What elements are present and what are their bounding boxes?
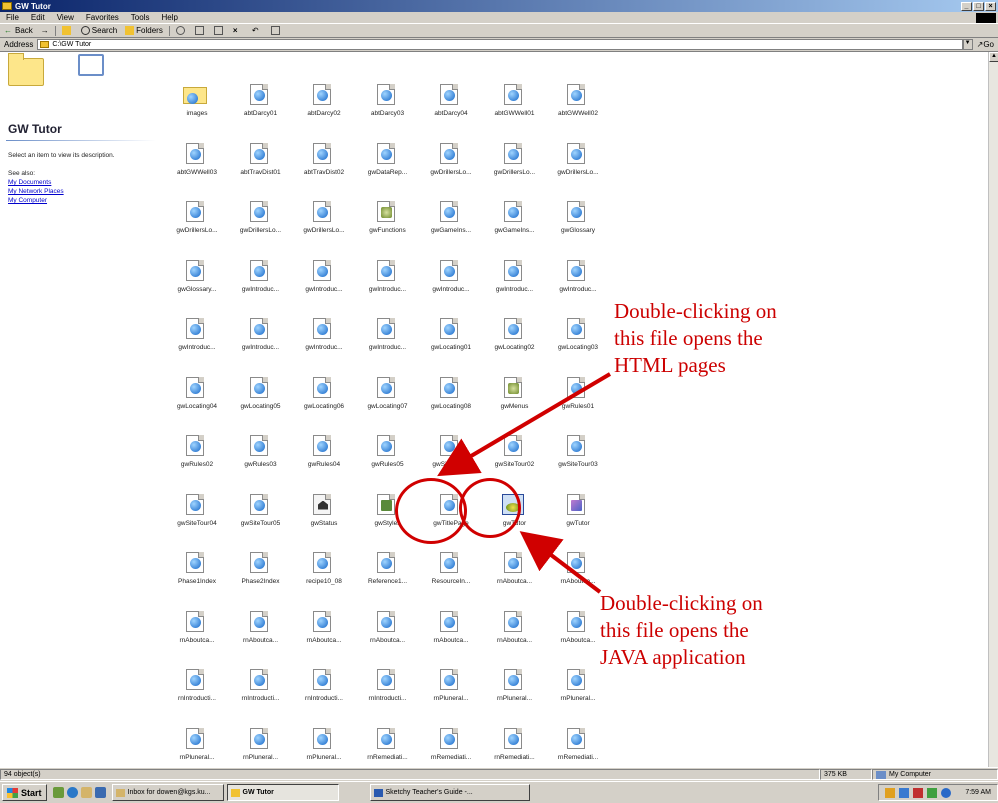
arrow-to-html-file <box>437 372 612 477</box>
html-annotation-line1: Double-clicking on <box>614 299 777 323</box>
word-document-icon <box>373 788 383 797</box>
task-gw-tutor-label: GW Tutor <box>242 789 274 796</box>
java-annotation-line3: JAVA application <box>600 645 746 669</box>
task-sketchy-guide[interactable]: Sketchy Teacher's Guide -... <box>369 784 530 801</box>
my-computer-icon <box>876 770 886 779</box>
task-sketchy-guide-label: Sketchy Teacher's Guide -... <box>385 789 473 796</box>
object-count: 94 object(s) <box>0 769 820 780</box>
folder-size: 375 KB <box>820 769 872 780</box>
status-bar: 94 object(s) 375 KB My Computer <box>0 767 998 781</box>
tray-app-icon[interactable] <box>885 787 896 798</box>
desktop-icon[interactable] <box>52 787 64 798</box>
mail-icon <box>115 788 125 797</box>
tray-network-icon[interactable] <box>899 787 910 798</box>
annotation-arrows <box>437 372 612 594</box>
zone-label: My Computer <box>889 771 932 778</box>
folder-icon <box>230 788 240 797</box>
start-button[interactable]: Start <box>2 784 47 801</box>
html-annotation: Double-clicking on this file opens the H… <box>614 298 777 379</box>
internet-explorer-icon[interactable] <box>66 787 78 798</box>
html-annotation-line3: HTML pages <box>614 353 726 377</box>
media-icon[interactable] <box>94 787 106 798</box>
outlook-icon[interactable] <box>80 787 92 798</box>
task-inbox-label: Inbox for dowen@kgs.ku... <box>127 789 211 796</box>
start-label: Start <box>21 787 42 798</box>
java-annotation-line1: Double-clicking on <box>600 591 763 615</box>
zone-indicator: My Computer <box>872 769 998 780</box>
tray-messenger-icon[interactable] <box>941 787 952 798</box>
task-inbox[interactable]: Inbox for dowen@kgs.ku... <box>111 784 224 801</box>
html-annotation-line2: this file opens the <box>614 326 763 350</box>
windows-logo-icon <box>7 787 18 798</box>
quick-launch <box>52 787 106 798</box>
taskbar: Start Inbox for dowen@kgs.ku... GW Tutor… <box>0 781 998 803</box>
tray-antivirus-icon[interactable] <box>913 787 924 798</box>
tray-volume-icon[interactable] <box>927 787 938 798</box>
arrow-to-java-file <box>519 531 602 594</box>
java-annotation-line2: this file opens the <box>600 618 749 642</box>
system-tray: 7:59 AM <box>878 784 998 801</box>
java-annotation: Double-clicking on this file opens the J… <box>600 590 763 671</box>
clock: 7:59 AM <box>965 789 991 796</box>
task-gw-tutor[interactable]: GW Tutor <box>226 784 339 801</box>
